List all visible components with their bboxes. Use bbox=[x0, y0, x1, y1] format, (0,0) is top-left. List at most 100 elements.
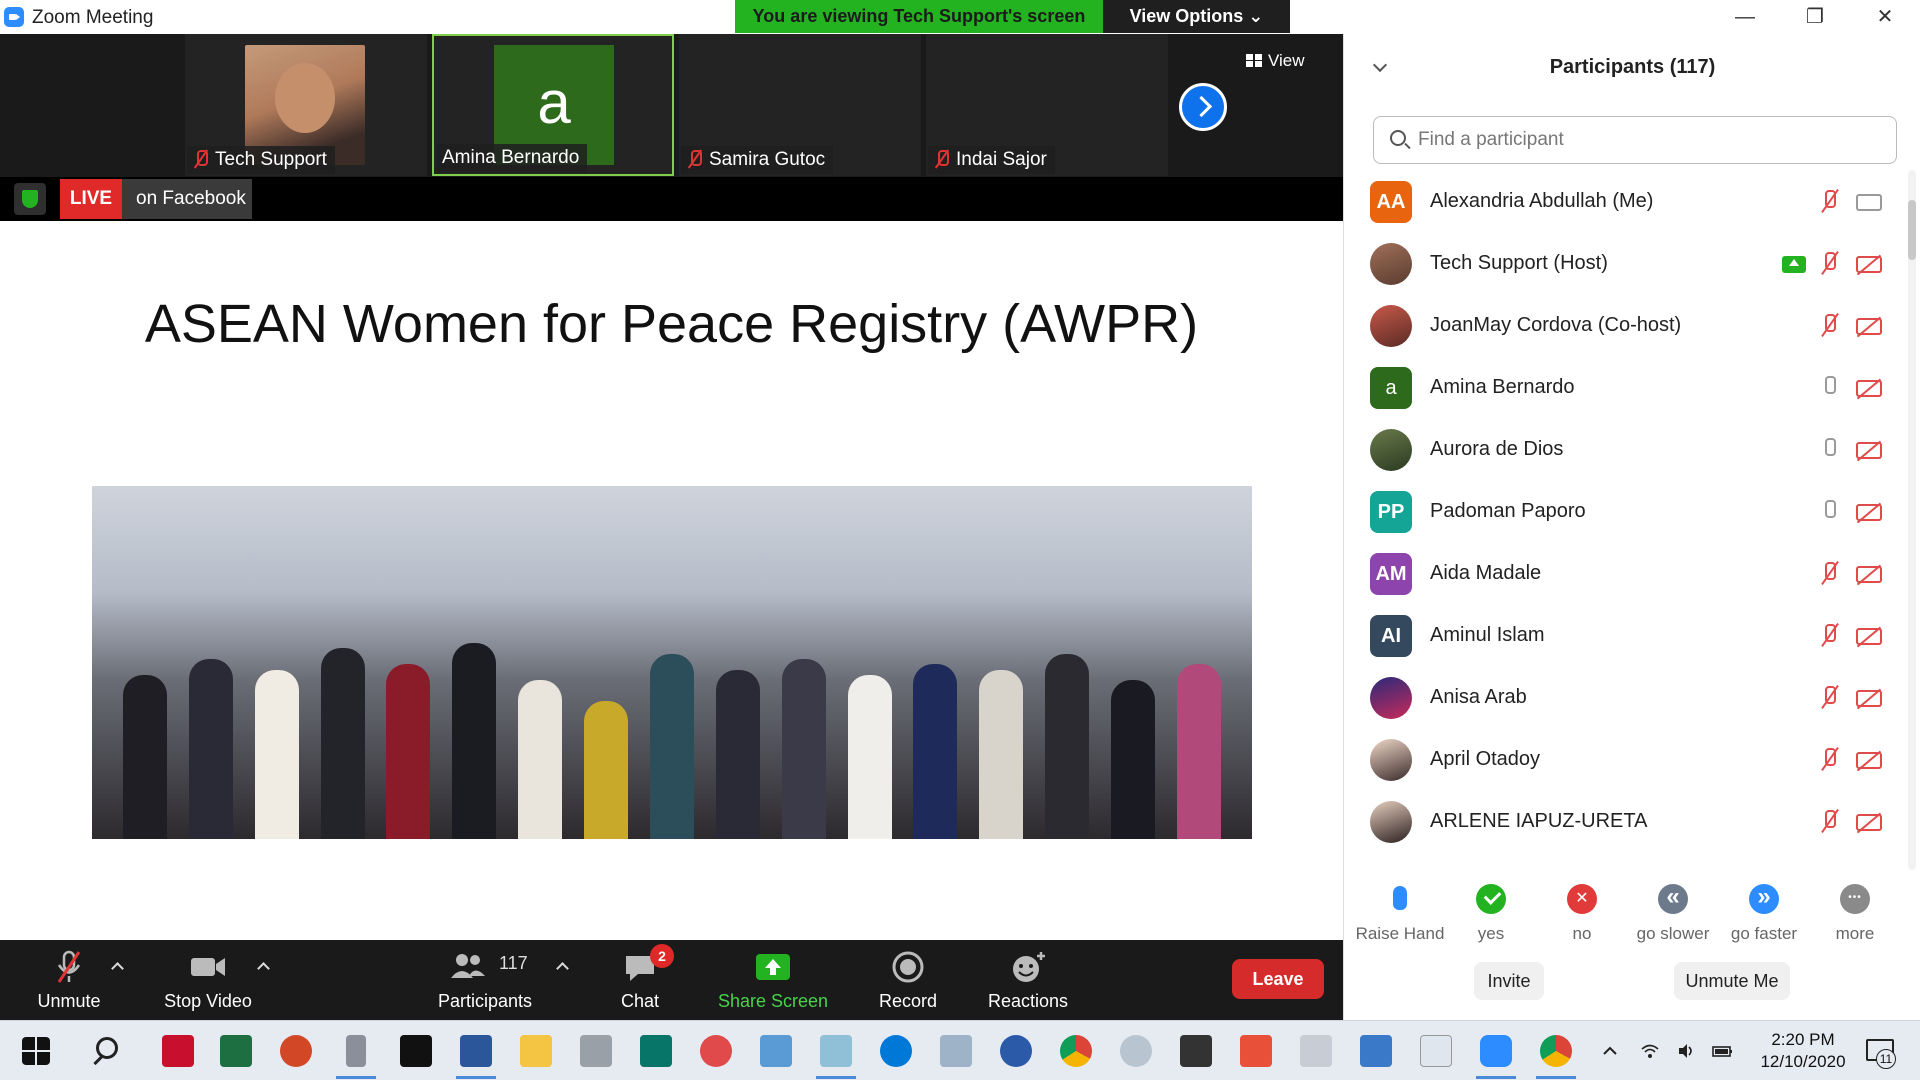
participant-name: Aurora de Dios bbox=[1430, 438, 1564, 460]
app-icon[interactable] bbox=[1000, 1035, 1032, 1067]
control-panel-icon[interactable] bbox=[760, 1035, 792, 1067]
yes-button[interactable]: yes bbox=[1445, 884, 1537, 944]
no-button[interactable]: no bbox=[1536, 884, 1628, 944]
leave-button[interactable]: Leave bbox=[1232, 959, 1324, 999]
video-off-icon bbox=[1856, 504, 1882, 521]
pdf-icon[interactable] bbox=[1240, 1035, 1272, 1067]
participant-name: Amina Bernardo bbox=[1430, 376, 1575, 398]
list-item[interactable]: PP Padoman Paporo bbox=[1344, 481, 1904, 543]
list-item[interactable]: AI Aminul Islam bbox=[1344, 605, 1904, 667]
invite-button[interactable]: Invite bbox=[1474, 962, 1544, 1000]
check-icon bbox=[1476, 884, 1506, 914]
notes-icon[interactable] bbox=[820, 1035, 852, 1067]
live-stream-bar: LIVE on Facebook bbox=[0, 177, 1343, 221]
store-icon[interactable] bbox=[1180, 1035, 1212, 1067]
participant-list-scrollbar[interactable] bbox=[1908, 170, 1916, 870]
list-item[interactable]: AM Aida Madale bbox=[1344, 543, 1904, 605]
photos-icon[interactable] bbox=[1360, 1035, 1392, 1067]
list-item[interactable]: a Amina Bernardo bbox=[1344, 357, 1904, 419]
next-page-arrow-icon[interactable] bbox=[1179, 83, 1227, 131]
tray-chevron-icon[interactable] bbox=[1600, 1041, 1620, 1061]
media-player-icon[interactable] bbox=[400, 1035, 432, 1067]
view-button[interactable]: View bbox=[1246, 46, 1326, 76]
file-explorer-icon[interactable] bbox=[520, 1035, 552, 1067]
video-options-caret-icon[interactable] bbox=[257, 960, 269, 972]
maximize-button[interactable]: ❐ bbox=[1780, 0, 1850, 34]
go-slower-button[interactable]: go slower bbox=[1627, 882, 1719, 944]
participant-name: ARLENE IAPUZ-URETA bbox=[1430, 810, 1648, 832]
participant-search-input[interactable] bbox=[1418, 125, 1888, 155]
reactions-button[interactable]: Reactions bbox=[978, 940, 1078, 1020]
list-item[interactable]: AA Alexandria Abdullah (Me) bbox=[1344, 171, 1904, 233]
record-icon bbox=[892, 951, 924, 983]
word-icon[interactable] bbox=[460, 1035, 492, 1067]
chrome-profile-icon[interactable] bbox=[1540, 1035, 1572, 1067]
avatar bbox=[1370, 429, 1412, 471]
participants-panel: Participants (117) AA Alexandria Abdulla… bbox=[1343, 34, 1920, 1020]
participants-button[interactable]: 117 Participants bbox=[425, 940, 545, 1020]
unmute-me-button[interactable]: Unmute Me bbox=[1674, 962, 1790, 1000]
system-clock[interactable]: 2:20 PM 12/10/2020 bbox=[1758, 1029, 1848, 1073]
todo-icon[interactable] bbox=[700, 1035, 732, 1067]
video-off-icon bbox=[1856, 256, 1882, 273]
list-item[interactable]: Aurora de Dios bbox=[1344, 419, 1904, 481]
search-icon[interactable] bbox=[96, 1037, 118, 1059]
library-icon[interactable] bbox=[1420, 1035, 1452, 1067]
wifi-icon[interactable] bbox=[1640, 1041, 1660, 1061]
video-off-icon bbox=[1856, 442, 1882, 459]
audio-options-caret-icon[interactable] bbox=[111, 960, 123, 972]
view-options-button[interactable]: View Options ⌄ bbox=[1103, 0, 1290, 33]
more-feedback-button[interactable]: more bbox=[1809, 883, 1901, 944]
participant-name: Alexandria Abdullah (Me) bbox=[1430, 190, 1654, 212]
tile-name-label: Tech Support bbox=[187, 146, 335, 174]
participants-options-caret-icon[interactable] bbox=[556, 960, 568, 972]
video-tile-samira-gutoc[interactable]: Samira Gutoc bbox=[679, 34, 921, 176]
document-icon[interactable] bbox=[1300, 1035, 1332, 1067]
list-item[interactable]: Tech Support (Host) bbox=[1344, 233, 1904, 295]
battery-icon[interactable] bbox=[1712, 1041, 1732, 1061]
avatar bbox=[1370, 305, 1412, 347]
security-shield-icon[interactable] bbox=[14, 183, 46, 215]
raise-hand-button[interactable]: Raise Hand bbox=[1354, 884, 1446, 944]
powerpoint-icon[interactable] bbox=[280, 1035, 312, 1067]
microphone-app-icon[interactable] bbox=[346, 1035, 366, 1067]
close-button[interactable]: ✕ bbox=[1850, 0, 1920, 34]
shared-screen: ASEAN Women for Peace Registry (AWPR) bbox=[0, 221, 1343, 940]
volume-icon[interactable] bbox=[1676, 1041, 1696, 1061]
smiley-plus-icon bbox=[1013, 952, 1045, 982]
go-faster-button[interactable]: go faster bbox=[1718, 882, 1810, 944]
unmute-button[interactable]: Unmute bbox=[18, 940, 120, 1020]
participant-name: Anisa Arab bbox=[1430, 686, 1527, 708]
list-item[interactable]: ARLENE IAPUZ-URETA bbox=[1344, 791, 1904, 853]
printer-icon[interactable] bbox=[580, 1035, 612, 1067]
grid-view-icon bbox=[1246, 54, 1262, 67]
publisher-icon[interactable] bbox=[640, 1035, 672, 1067]
meeting-toolbar: Unmute Stop Video 117 Participants Chat … bbox=[0, 940, 1343, 1020]
video-tile-indai-sajor[interactable]: Indai Sajor bbox=[926, 34, 1168, 176]
edge-icon[interactable] bbox=[880, 1035, 912, 1067]
avatar bbox=[1370, 739, 1412, 781]
excel-icon[interactable] bbox=[220, 1035, 252, 1067]
minimize-button[interactable]: — bbox=[1710, 0, 1780, 34]
acrobat-icon[interactable] bbox=[162, 1035, 194, 1067]
mic-icon bbox=[1821, 376, 1839, 402]
windows-start-icon[interactable] bbox=[22, 1037, 50, 1065]
participant-list[interactable]: AA Alexandria Abdullah (Me) Tech Support… bbox=[1344, 171, 1904, 871]
list-item[interactable]: JoanMay Cordova (Co-host) bbox=[1344, 295, 1904, 357]
list-item[interactable]: April Otadoy bbox=[1344, 729, 1904, 791]
record-button[interactable]: Record bbox=[868, 940, 948, 1020]
photo-viewer-icon[interactable] bbox=[940, 1035, 972, 1067]
participant-name: April Otadoy bbox=[1430, 748, 1541, 770]
chrome-icon[interactable] bbox=[1060, 1035, 1092, 1067]
zoom-app-icon[interactable] bbox=[1480, 1035, 1512, 1067]
live-badge[interactable]: LIVE bbox=[60, 179, 122, 219]
video-tile-amina-bernardo[interactable]: a Amina Bernardo bbox=[432, 34, 674, 176]
notification-center-icon[interactable]: 11 bbox=[1864, 1035, 1896, 1069]
chat-unread-badge: 2 bbox=[650, 944, 674, 968]
stop-video-button[interactable]: Stop Video bbox=[150, 940, 266, 1020]
video-tile-tech-support[interactable]: Tech Support bbox=[185, 34, 427, 176]
disk-icon[interactable] bbox=[1120, 1035, 1152, 1067]
list-item[interactable]: Anisa Arab bbox=[1344, 667, 1904, 729]
share-screen-button[interactable]: Share Screen bbox=[713, 940, 833, 1020]
participant-search[interactable] bbox=[1373, 116, 1897, 164]
